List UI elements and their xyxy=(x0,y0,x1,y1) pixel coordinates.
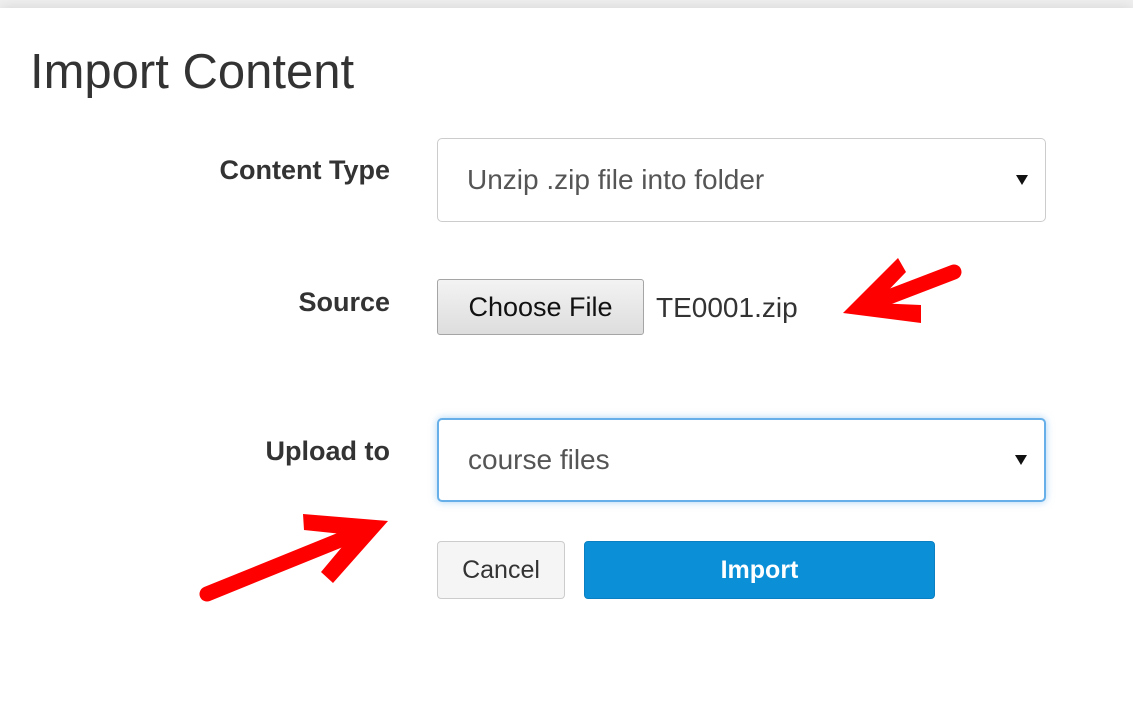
content-type-select[interactable]: Unzip .zip file into folder xyxy=(437,138,1046,222)
selected-file-name: TE0001.zip xyxy=(656,292,798,323)
import-content-dialog: Import Content xyxy=(0,8,1133,720)
upload-to-label: Upload to xyxy=(265,436,390,466)
cancel-button[interactable]: Cancel xyxy=(437,541,565,599)
choose-file-button[interactable]: Choose File xyxy=(437,279,644,335)
dropdown-caret-icon xyxy=(1015,455,1027,465)
upload-to-select[interactable]: course files xyxy=(437,418,1046,502)
content-type-label: Content Type xyxy=(219,155,391,185)
source-label: Source xyxy=(298,287,390,317)
upload-to-selected-value: course files xyxy=(468,444,610,475)
import-button[interactable]: Import xyxy=(584,541,935,599)
page-title: Import Content xyxy=(30,45,355,99)
content-type-selected-value: Unzip .zip file into folder xyxy=(467,164,765,195)
dropdown-caret-icon xyxy=(1016,175,1028,185)
